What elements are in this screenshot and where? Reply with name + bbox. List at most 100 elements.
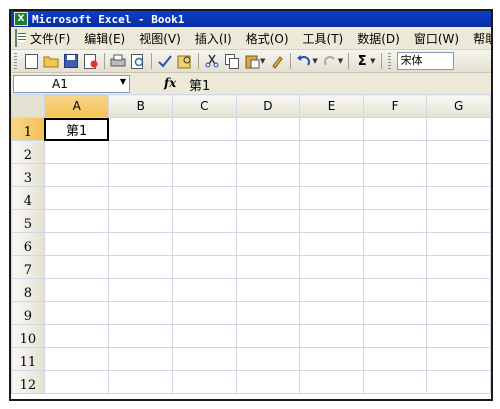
chevron-down-icon[interactable]: ▼: [260, 57, 265, 65]
column-header-f[interactable]: F: [362, 94, 428, 118]
permission-icon[interactable]: [83, 53, 99, 69]
spelling-icon[interactable]: [157, 53, 173, 69]
cell-d8[interactable]: [235, 278, 301, 302]
cell-d7[interactable]: [235, 255, 301, 279]
cell-d1[interactable]: [235, 117, 301, 141]
column-header-g[interactable]: G: [426, 94, 491, 118]
formula-input[interactable]: 第1: [189, 75, 210, 94]
cell-f3[interactable]: [362, 163, 428, 187]
menu-tools[interactable]: 工具(T): [296, 30, 351, 47]
cell-b4[interactable]: [108, 186, 174, 210]
cell-c11[interactable]: [172, 347, 237, 371]
cell-a4[interactable]: [43, 186, 110, 210]
cell-b3[interactable]: [108, 163, 174, 187]
cell-d6[interactable]: [235, 232, 301, 256]
menu-file[interactable]: 文件(F): [23, 30, 77, 47]
column-header-e[interactable]: E: [299, 94, 364, 118]
menu-view[interactable]: 视图(V): [132, 30, 188, 47]
chevron-down-icon[interactable]: ▼: [338, 57, 343, 65]
chevron-down-icon[interactable]: ▼: [370, 57, 375, 65]
row-header-11[interactable]: 11: [11, 347, 45, 371]
cell-a3[interactable]: [43, 163, 110, 187]
cell-b9[interactable]: [108, 301, 174, 325]
cell-e1[interactable]: [299, 117, 364, 141]
column-header-a[interactable]: A: [43, 94, 110, 118]
row-header-8[interactable]: 8: [11, 278, 45, 302]
cell-f5[interactable]: [362, 209, 428, 233]
column-header-d[interactable]: D: [235, 94, 301, 118]
menu-window[interactable]: 窗口(W): [407, 30, 466, 47]
cell-a6[interactable]: [43, 232, 110, 256]
cell-f7[interactable]: [362, 255, 428, 279]
cell-g4[interactable]: [426, 186, 491, 210]
cell-e7[interactable]: [299, 255, 364, 279]
workbook-icon[interactable]: [15, 29, 26, 47]
menu-format[interactable]: 格式(O): [239, 30, 296, 47]
save-icon[interactable]: [63, 53, 79, 69]
cell-f11[interactable]: [362, 347, 428, 371]
copy-icon[interactable]: [224, 53, 240, 69]
cell-b11[interactable]: [108, 347, 174, 371]
cell-d4[interactable]: [235, 186, 301, 210]
print-icon[interactable]: [110, 53, 126, 69]
cell-c7[interactable]: [172, 255, 237, 279]
cell-g1[interactable]: [426, 117, 491, 141]
cell-b1[interactable]: [108, 117, 174, 141]
row-header-9[interactable]: 9: [11, 301, 45, 325]
paste-icon[interactable]: [244, 53, 260, 69]
cell-c12[interactable]: [172, 370, 237, 394]
cell-g12[interactable]: [426, 370, 491, 394]
cell-g9[interactable]: [426, 301, 491, 325]
menu-edit[interactable]: 编辑(E): [77, 30, 132, 47]
menu-help[interactable]: 帮助(H): [466, 30, 491, 47]
cell-a5[interactable]: [43, 209, 110, 233]
cell-f6[interactable]: [362, 232, 428, 256]
cell-a12[interactable]: [43, 370, 110, 394]
print-preview-icon[interactable]: [130, 53, 146, 69]
cell-a1[interactable]: 第1: [43, 117, 110, 141]
cell-a9[interactable]: [43, 301, 110, 325]
cell-c4[interactable]: [172, 186, 237, 210]
cell-f9[interactable]: [362, 301, 428, 325]
cell-g11[interactable]: [426, 347, 491, 371]
cell-b5[interactable]: [108, 209, 174, 233]
cell-f10[interactable]: [362, 324, 428, 348]
row-header-3[interactable]: 3: [11, 163, 45, 187]
insert-function-icon[interactable]: fx: [164, 76, 176, 90]
row-header-1[interactable]: 1: [11, 117, 45, 141]
cell-c8[interactable]: [172, 278, 237, 302]
name-box[interactable]: A1 ▼: [13, 75, 130, 93]
toolbar-grip[interactable]: [387, 53, 391, 69]
format-painter-icon[interactable]: [269, 53, 285, 69]
new-icon[interactable]: [23, 53, 39, 69]
toolbar-grip[interactable]: [14, 53, 17, 69]
cell-d2[interactable]: [235, 140, 301, 164]
open-icon[interactable]: [43, 53, 59, 69]
menu-insert[interactable]: 插入(I): [188, 30, 239, 47]
cell-b7[interactable]: [108, 255, 174, 279]
cell-c10[interactable]: [172, 324, 237, 348]
cell-c1[interactable]: [172, 117, 237, 141]
chevron-down-icon[interactable]: ▼: [312, 57, 317, 65]
cell-a11[interactable]: [43, 347, 110, 371]
select-all-corner[interactable]: [11, 94, 45, 118]
cell-e6[interactable]: [299, 232, 364, 256]
cell-g6[interactable]: [426, 232, 491, 256]
cell-c9[interactable]: [172, 301, 237, 325]
cell-e2[interactable]: [299, 140, 364, 164]
cell-g5[interactable]: [426, 209, 491, 233]
column-header-b[interactable]: B: [108, 94, 174, 118]
cell-d5[interactable]: [235, 209, 301, 233]
cell-e11[interactable]: [299, 347, 364, 371]
cell-f12[interactable]: [362, 370, 428, 394]
autosum-icon[interactable]: Σ: [354, 53, 370, 69]
cell-e12[interactable]: [299, 370, 364, 394]
cell-e10[interactable]: [299, 324, 364, 348]
cell-g10[interactable]: [426, 324, 491, 348]
cell-b6[interactable]: [108, 232, 174, 256]
cell-d3[interactable]: [235, 163, 301, 187]
excel-app-icon[interactable]: X: [14, 12, 28, 26]
menu-data[interactable]: 数据(D): [350, 30, 407, 47]
chevron-down-icon[interactable]: ▼: [120, 77, 126, 86]
cell-b2[interactable]: [108, 140, 174, 164]
